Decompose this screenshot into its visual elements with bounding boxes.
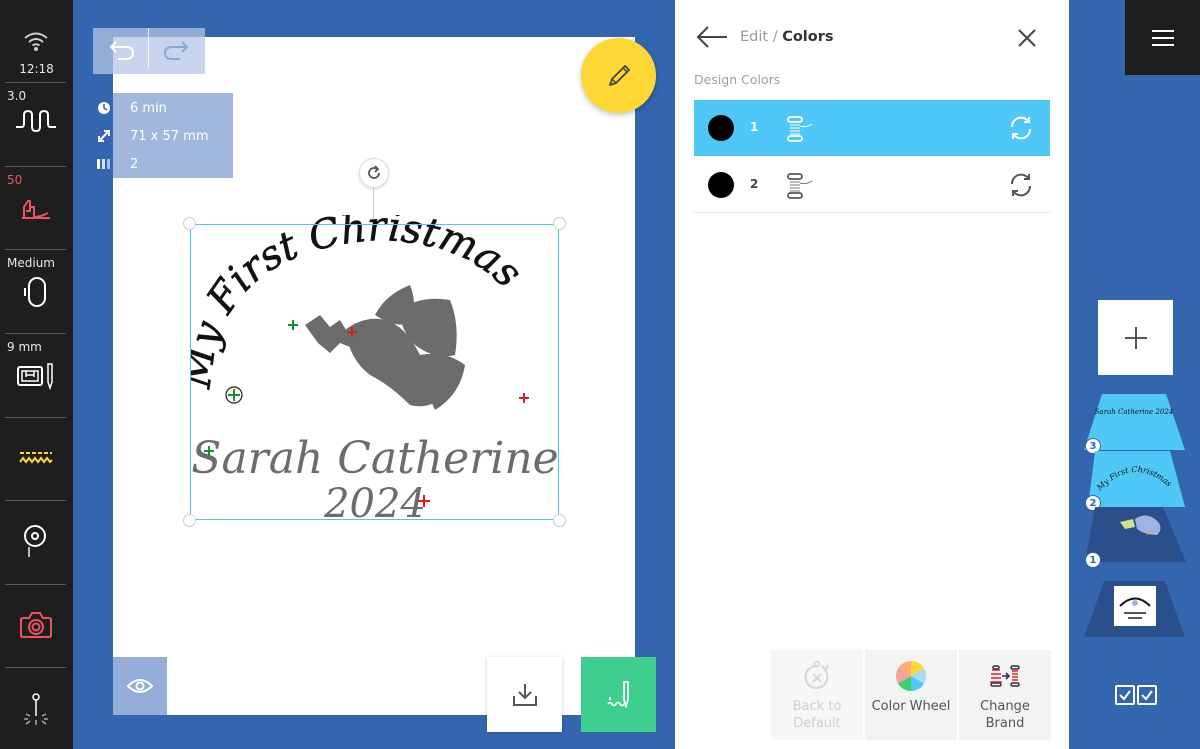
- all-layers-preview[interactable]: [1084, 581, 1185, 637]
- resize-handle-top-left[interactable]: [183, 217, 196, 230]
- clock-time: 12:18: [19, 62, 54, 76]
- color-wheel-button[interactable]: Color Wheel: [865, 650, 957, 740]
- preview-toggle-button[interactable]: [113, 657, 167, 715]
- back-to-default-button[interactable]: Back to Default: [771, 650, 863, 740]
- edit-button[interactable]: [581, 38, 656, 113]
- thread-spool-icon[interactable]: [786, 172, 816, 200]
- stitch-length-icon: [16, 109, 56, 133]
- camera-button[interactable]: [0, 585, 73, 667]
- camera-icon: [20, 612, 52, 638]
- redo-button[interactable]: [149, 28, 205, 74]
- left-toolbar: 12:18 3.0 50 Medium 9 mm: [0, 0, 73, 749]
- action-label: Back to Default: [792, 699, 842, 731]
- plus-icon: [1124, 326, 1147, 349]
- layer-item-3[interactable]: Sarah Catherine 2024 3: [1084, 394, 1185, 454]
- back-arrow-icon[interactable]: [695, 24, 729, 50]
- hoop-size-button[interactable]: Medium: [0, 250, 73, 333]
- redo-icon: [163, 41, 189, 60]
- undo-icon: [109, 41, 135, 60]
- hoop-size-value: Medium: [7, 256, 55, 270]
- color-number: 2: [750, 177, 759, 191]
- needle-light-icon: [24, 693, 48, 725]
- needle-position-icon: [24, 525, 46, 557]
- thread-spool-icon[interactable]: [786, 115, 816, 143]
- colors-panel: Edit / Colors Design Colors 1 2 Back to …: [675, 0, 1069, 749]
- breadcrumb-current: Colors: [782, 29, 834, 45]
- presser-foot-icon: [22, 200, 50, 219]
- color-number: 1: [750, 120, 759, 134]
- multi-check-icon: [1115, 685, 1157, 705]
- rotate-handle[interactable]: [359, 158, 389, 188]
- swap-color-icon[interactable]: [1008, 172, 1034, 198]
- layer-item-2[interactable]: My First Christmas 2: [1085, 451, 1185, 511]
- add-design-button[interactable]: [1098, 300, 1173, 375]
- action-label: Change Brand: [980, 699, 1030, 731]
- wifi-icon: [24, 32, 48, 51]
- design-size: 71 x 57 mm: [130, 129, 209, 144]
- breadcrumb: Edit / Colors: [740, 29, 834, 45]
- color-blocks-icon: [97, 159, 110, 169]
- section-label: Design Colors: [694, 72, 781, 87]
- color-wheel-icon: [895, 661, 927, 691]
- info-row-size: 71 x 57 mm: [98, 123, 273, 151]
- hamburger-menu-icon: [1151, 29, 1174, 46]
- presser-foot-button[interactable]: 50: [0, 167, 73, 249]
- rotate-icon: [368, 165, 380, 179]
- action-label: Color Wheel: [871, 699, 951, 714]
- stitch-length-value: 3.0: [7, 89, 27, 103]
- reset-icon: [804, 660, 829, 689]
- needle-value: 9 mm: [7, 340, 42, 354]
- layer-item-1[interactable]: 1: [1085, 507, 1186, 568]
- change-brand-icon: [990, 665, 1020, 687]
- stitch-pattern-icon: [19, 452, 53, 464]
- download-icon: [512, 683, 537, 706]
- undo-redo-group: [93, 28, 205, 74]
- stitch-out-button[interactable]: [581, 657, 656, 732]
- resize-handle-bottom-right[interactable]: [553, 514, 566, 527]
- embroidery-icon: [606, 680, 629, 709]
- undo-button[interactable]: [93, 28, 149, 74]
- save-button[interactable]: [487, 657, 562, 732]
- close-icon[interactable]: [1015, 26, 1039, 50]
- swap-color-icon[interactable]: [1008, 115, 1034, 141]
- thread-tension-button[interactable]: [0, 418, 73, 500]
- change-brand-button[interactable]: Change Brand: [959, 650, 1051, 740]
- clock-icon: [98, 102, 110, 114]
- color-row[interactable]: 2: [694, 157, 1050, 213]
- design-info-panel: 6 min 71 x 57 mm 2: [97, 93, 233, 178]
- needle-position-button[interactable]: [0, 501, 73, 584]
- breadcrumb-parent[interactable]: Edit /: [740, 29, 782, 45]
- presser-foot-value: 50: [7, 173, 23, 187]
- resize-icon: [98, 130, 110, 142]
- needle-light-button[interactable]: [0, 668, 73, 749]
- resize-handle-bottom-left[interactable]: [183, 514, 196, 527]
- info-row-time: 6 min: [98, 95, 273, 123]
- pencil-icon: [608, 64, 630, 86]
- color-swatch: [708, 172, 734, 198]
- color-row[interactable]: 1: [694, 100, 1050, 156]
- stitch-length-button[interactable]: 3.0: [0, 83, 73, 166]
- hoop-icon: [24, 277, 46, 307]
- stitch-time: 6 min: [130, 101, 167, 116]
- layer-preview-text: Sarah Catherine 2024: [1095, 408, 1174, 416]
- main-menu-button[interactable]: [1125, 0, 1200, 75]
- layer-badge: 1: [1085, 552, 1101, 568]
- needle-button[interactable]: 9 mm: [0, 334, 73, 417]
- select-all-layers-button[interactable]: [1115, 684, 1157, 706]
- selection-box[interactable]: [190, 224, 559, 520]
- color-count: 2: [130, 157, 139, 172]
- needle-plate-icon: [17, 363, 53, 390]
- info-row-colors: 2: [97, 151, 273, 179]
- resize-handle-top-right[interactable]: [553, 217, 566, 230]
- color-swatch: [708, 115, 734, 141]
- eye-icon: [126, 679, 154, 693]
